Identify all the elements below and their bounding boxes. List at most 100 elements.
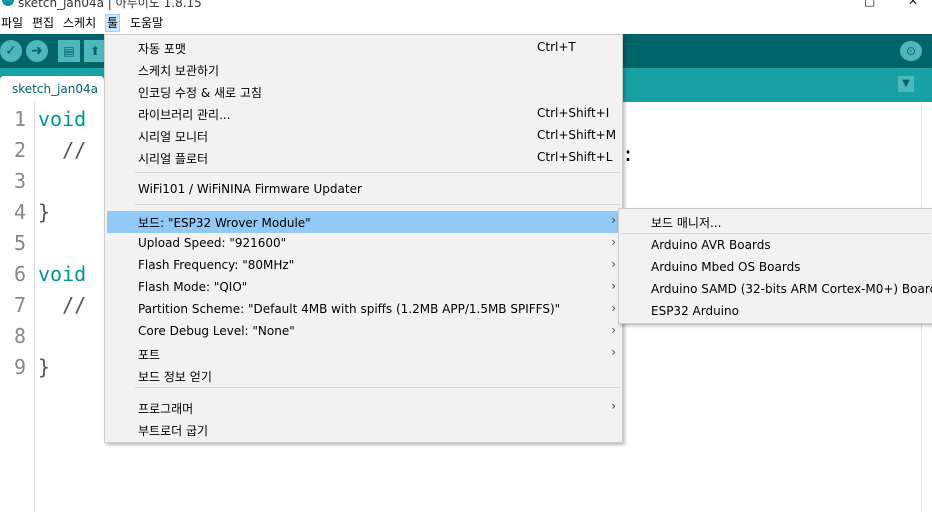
tab-menu-button[interactable]: ▼ (898, 76, 914, 92)
menu-item-upload-speed[interactable]: Upload Speed: "921600" › (107, 233, 620, 255)
serial-monitor-button[interactable]: ⊙ (900, 41, 922, 61)
menu-item-label: Partition Scheme: "Default 4MB with spif… (138, 302, 561, 316)
submenu-item-esp32-arduino[interactable]: ESP32 Arduino (621, 301, 931, 323)
chevron-right-icon: › (611, 345, 616, 359)
code-line: void (38, 262, 86, 286)
submenu-item-arduino-avr-boards[interactable]: Arduino AVR Boards (621, 235, 931, 257)
menu-item-label: 라이브러리 관리... (138, 108, 231, 122)
submenu-item-label: Arduino AVR Boards (651, 238, 771, 252)
window-title: sketch_jan04a | 아두이노 1.8.15 (18, 0, 202, 10)
menu-item-label: Flash Frequency: "80MHz" (138, 258, 295, 272)
new-button[interactable]: ▤ (58, 40, 80, 62)
line-number: 9 (14, 355, 27, 379)
menu-separator (135, 387, 620, 388)
menu-tools[interactable]: 툴 (105, 14, 121, 32)
code-keyword: void (38, 107, 87, 131)
menu-item-manage-libraries[interactable]: 라이브러리 관리... Ctrl+Shift+I (107, 103, 620, 125)
menu-item-shortcut: Ctrl+T (537, 40, 576, 54)
menu-item-fix-encoding[interactable]: 인코딩 수정 & 새로 고침 (107, 81, 620, 103)
arduino-logo-icon (2, 0, 14, 6)
menu-item-core-debug-level[interactable]: Core Debug Level: "None" › (107, 321, 620, 343)
board-submenu: 보드 매니저... Arduino AVR Boards Arduino Mbed … (618, 208, 932, 324)
menu-help[interactable]: 도움말 (129, 15, 164, 31)
menu-item-label: Core Debug Level: "None" (138, 324, 295, 338)
menu-item-board[interactable]: 보드: "ESP32 Wrover Module" › (107, 211, 620, 233)
code-line: // (38, 293, 86, 317)
menu-sketch[interactable]: 스케치 (62, 15, 97, 31)
submenu-item-label: ESP32 Arduino (651, 304, 739, 318)
submenu-item-label: 보드 매니저... (651, 216, 722, 230)
submenu-item-boards-manager[interactable]: 보드 매니저... (621, 211, 931, 233)
close-icon[interactable]: ✕ (908, 0, 918, 8)
submenu-item-arduino-samd-boards[interactable]: Arduino SAMD (32-bits ARM Cortex-M0+) Bo… (621, 279, 932, 301)
menu-item-label: 프로그래머 (138, 402, 194, 416)
arrow-up-icon: ⬆ (89, 44, 101, 58)
maximize-icon[interactable]: □ (864, 0, 875, 8)
line-number: 6 (14, 262, 27, 286)
upload-button[interactable]: ➜ (26, 40, 48, 62)
code-fragment: : (622, 142, 635, 166)
menu-item-label: 보드: "ESP32 Wrover Module" (138, 216, 311, 230)
chevron-right-icon: › (611, 301, 616, 315)
code-line: } (38, 200, 50, 224)
arrow-right-icon: ➜ (31, 43, 43, 59)
code-keyword: void (38, 262, 87, 286)
code-text: // (38, 138, 87, 162)
menu-separator (621, 233, 931, 234)
menu-item-label: Upload Speed: "921600" (138, 236, 287, 250)
menu-bar: 파일 편집 스케치 툴 도움말 (0, 12, 932, 34)
menu-item-burn-bootloader[interactable]: 부트로더 굽기 (107, 419, 620, 441)
menu-separator (135, 172, 620, 173)
line-number: 2 (14, 138, 27, 162)
tab-sketch[interactable]: sketch_jan04a (0, 76, 104, 102)
menu-item-label: 부트로더 굽기 (138, 424, 209, 438)
menu-item-programmer[interactable]: 프로그래머 › (107, 397, 620, 419)
menu-item-flash-frequency[interactable]: Flash Frequency: "80MHz" › (107, 255, 620, 277)
save-button[interactable]: ⬆ (84, 40, 106, 62)
code-text: } (38, 355, 51, 379)
line-number: 3 (14, 169, 27, 193)
menu-item-flash-mode[interactable]: Flash Mode: "QIO" › (107, 277, 620, 299)
code-text: } (38, 200, 51, 224)
menu-item-label: 자동 포맷 (138, 42, 186, 56)
menu-item-label: 스케치 보관하기 (138, 64, 220, 78)
submenu-item-arduino-mbed-os-boards[interactable]: Arduino Mbed OS Boards (621, 257, 931, 279)
code-text: // (38, 293, 87, 317)
chevron-right-icon: › (611, 399, 616, 413)
chevron-right-icon: › (611, 257, 616, 271)
menu-item-label: 보드 정보 얻기 (138, 370, 212, 384)
menu-item-wifi-firmware-updater[interactable]: WiFi101 / WiFiNINA Firmware Updater (107, 179, 620, 201)
code-line: void (38, 107, 86, 131)
menu-edit[interactable]: 편집 (31, 15, 55, 31)
line-number: 8 (14, 324, 27, 348)
menu-item-serial-plotter[interactable]: 시리얼 플로터 Ctrl+Shift+L (107, 147, 620, 169)
menu-separator (135, 204, 620, 205)
menu-item-shortcut: Ctrl+Shift+I (537, 106, 610, 120)
menu-item-serial-monitor[interactable]: 시리얼 모니터 Ctrl+Shift+M (107, 125, 620, 147)
tab-label: sketch_jan04a (12, 82, 98, 96)
menu-item-label: 시리얼 모니터 (138, 130, 209, 144)
line-number: 1 (14, 107, 27, 131)
magnifier-icon: ⊙ (905, 44, 917, 58)
menu-item-label: Flash Mode: "QIO" (138, 280, 248, 294)
submenu-item-label: Arduino SAMD (32-bits ARM Cortex-M0+) Bo… (651, 282, 932, 296)
menu-item-archive-sketch[interactable]: 스케치 보관하기 (107, 59, 620, 81)
menu-item-label: 포트 (138, 348, 161, 362)
menu-item-shortcut: Ctrl+Shift+M (537, 128, 617, 142)
tools-menu: 자동 포맷 Ctrl+T 스케치 보관하기인코딩 수정 & 새로 고침라이브러리 관… (104, 34, 623, 443)
menu-item-get-board-info[interactable]: 보드 정보 얻기 (107, 365, 620, 387)
menu-item-label: WiFi101 / WiFiNINA Firmware Updater (138, 182, 362, 196)
menu-file[interactable]: 파일 (0, 15, 24, 31)
menu-item-partition-scheme[interactable]: Partition Scheme: "Default 4MB with spif… (107, 299, 620, 321)
chevron-right-icon: › (611, 323, 616, 337)
menu-item-port[interactable]: 포트 › (107, 343, 620, 365)
menu-item-auto-format[interactable]: 자동 포맷 Ctrl+T (107, 37, 620, 59)
line-number: 5 (14, 231, 27, 255)
menu-item-label: 인코딩 수정 & 새로 고침 (138, 86, 262, 100)
menu-item-shortcut: Ctrl+Shift+L (537, 150, 613, 164)
file-icon: ▤ (63, 44, 75, 58)
line-number: 4 (14, 200, 27, 224)
line-number: 7 (14, 293, 27, 317)
verify-button[interactable]: ✓ (0, 40, 22, 62)
chevron-right-icon: › (611, 279, 616, 293)
